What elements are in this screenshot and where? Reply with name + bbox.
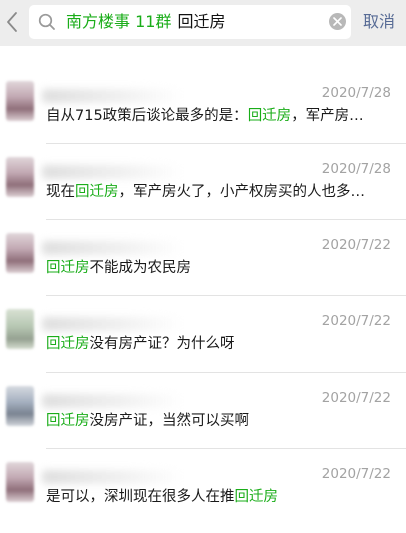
result-item[interactable]: 2020/7/22 回迁房没有房产证？为什么呀 <box>0 274 406 352</box>
clear-button[interactable] <box>329 13 346 30</box>
result-item[interactable]: 2020/7/28 现在回迁房，军产房火了，小产权房买的人也多… <box>0 122 406 200</box>
message-text: 没有房产证？为什么呀 <box>89 336 235 352</box>
result-item[interactable]: 2020/7/28 自从715政策后谈论最多的是：回迁房，军产房… <box>0 46 406 124</box>
avatar[interactable] <box>6 309 34 349</box>
sender-name-blurred <box>42 241 182 255</box>
result-date: 2020/7/22 <box>321 313 391 329</box>
divider <box>46 372 406 373</box>
avatar[interactable] <box>6 233 34 273</box>
result-message: 是可以，深圳现在很多人在推回迁房 <box>46 487 391 507</box>
search-input[interactable]: 南方楼事 11群 回迁房 <box>29 5 351 39</box>
search-term: 回迁房 <box>177 12 226 31</box>
back-button[interactable] <box>0 4 24 40</box>
sender-name-blurred <box>42 165 182 179</box>
result-item[interactable]: 2020/7/22 回迁房不能成为农民房 <box>0 198 406 276</box>
result-date: 2020/7/22 <box>321 390 391 406</box>
avatar[interactable] <box>6 157 34 197</box>
divider <box>46 448 406 449</box>
search-group-tag: 南方楼事 11群 <box>66 12 172 31</box>
divider <box>46 143 406 144</box>
sender-name-blurred <box>42 317 182 331</box>
chevron-left-icon <box>7 12 17 32</box>
clear-icon <box>333 17 342 26</box>
cancel-button[interactable]: 取消 <box>363 12 395 32</box>
keyword-highlight: 回迁房 <box>234 489 279 505</box>
avatar[interactable] <box>6 462 34 502</box>
result-date: 2020/7/28 <box>321 161 391 177</box>
result-date: 2020/7/22 <box>321 237 391 253</box>
message-text: 是可以，深圳现在很多人在推 <box>46 489 235 505</box>
avatar[interactable] <box>6 386 34 426</box>
keyword-highlight: 回迁房 <box>46 336 90 352</box>
avatar[interactable] <box>6 81 34 121</box>
search-query: 南方楼事 11群 回迁房 <box>66 11 225 33</box>
result-date: 2020/7/28 <box>321 85 391 101</box>
sender-name-blurred <box>42 394 182 408</box>
sender-name-blurred <box>42 470 182 484</box>
result-item[interactable]: 2020/7/22 回迁房没房产证，当然可以买啊 <box>0 351 406 429</box>
sender-name-blurred <box>42 89 182 103</box>
result-item[interactable]: 2020/7/22 是可以，深圳现在很多人在推回迁房 <box>0 427 406 505</box>
divider <box>46 219 406 220</box>
result-date: 2020/7/22 <box>321 466 391 482</box>
divider <box>46 295 406 296</box>
search-bar-header: 南方楼事 11群 回迁房 取消 <box>0 0 406 46</box>
search-results-list: 2020/7/28 自从715政策后谈论最多的是：回迁房，军产房… 2020/7/2… <box>0 46 406 533</box>
search-icon <box>38 13 55 30</box>
